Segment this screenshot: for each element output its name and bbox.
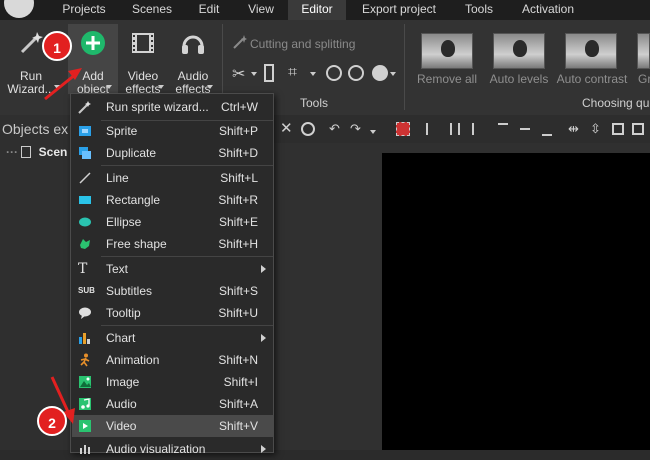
step-badge-1: 1 — [42, 31, 72, 61]
annotation-arrows — [44, 68, 82, 424]
annotation-arrow-1 — [44, 72, 77, 101]
step-badge-2: 2 — [37, 406, 67, 436]
